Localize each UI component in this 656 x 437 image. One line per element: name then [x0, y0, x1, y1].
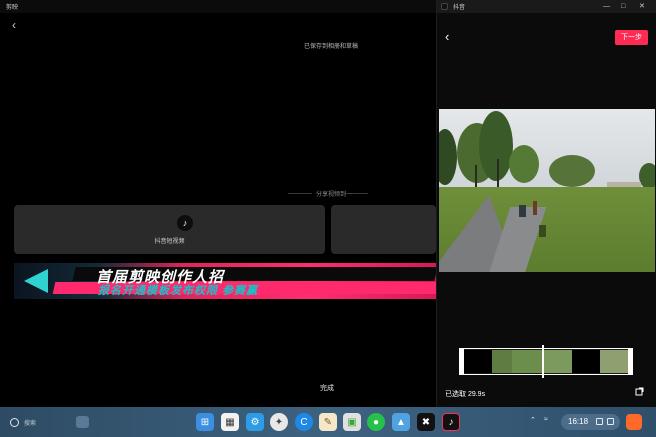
done-button[interactable]: 完成: [320, 383, 334, 393]
trim-handle-right[interactable]: [628, 348, 633, 375]
wifi-icon[interactable]: ≈: [544, 416, 548, 423]
capcut-icon[interactable]: ✖: [417, 413, 435, 431]
minimize-icon[interactable]: —: [603, 2, 610, 11]
task-view-icon[interactable]: [76, 416, 89, 428]
share-heading: 分享视频到: [316, 192, 347, 198]
next-step-button[interactable]: 下一步: [615, 30, 648, 45]
system-tray-clock[interactable]: 16:18: [561, 414, 620, 430]
search-placeholder: 搜索: [24, 421, 37, 427]
share-target-label: 抖音短视频: [154, 239, 185, 245]
chevron-up-icon[interactable]: ⌃: [530, 416, 536, 424]
playhead[interactable]: [542, 345, 544, 378]
trim-handle-left[interactable]: [459, 348, 464, 375]
share-target-douyin[interactable]: ♪ 抖音短视频: [14, 205, 325, 254]
notification-icon: [596, 418, 603, 425]
settings-icon[interactable]: ⚙: [246, 413, 264, 431]
app-icon: [441, 3, 448, 10]
back-arrow-icon[interactable]: ‹: [445, 30, 449, 43]
share-target-other[interactable]: [331, 205, 436, 254]
selected-duration: 已选取 29.9s: [445, 391, 486, 398]
video-preview[interactable]: [439, 109, 655, 272]
share-divider: 分享视频到: [288, 188, 368, 198]
taskbar: 搜索 ⊞ ▦ ⚙ ✦ C ✎ ▣ ● ▲ ✖ ♪ ⌃ ≈ 16:18: [0, 407, 656, 437]
notes-icon[interactable]: ✎: [319, 413, 337, 431]
title-bar: 抖音 — □ ✕: [437, 0, 656, 13]
tiktok-icon: ♪: [177, 215, 193, 231]
title-bar: 剪映: [0, 0, 436, 13]
window-title: 剪映: [6, 5, 19, 11]
rotate-icon[interactable]: [635, 386, 645, 396]
user-avatar-icon[interactable]: [626, 414, 642, 430]
promo-banner[interactable]: 首届剪映创作人招 报名开通模板发布权限 参赛赢: [14, 263, 436, 299]
edge-icon[interactable]: C: [295, 413, 313, 431]
search-icon: [10, 418, 19, 427]
control-center-icon: [607, 418, 614, 425]
douyin-window: 抖音 — □ ✕ ‹ 下一步 已选取 29.9s: [436, 0, 656, 407]
tiktok-icon[interactable]: ♪: [442, 413, 460, 431]
back-arrow-icon[interactable]: ‹: [12, 19, 22, 31]
maximize-icon[interactable]: □: [621, 2, 625, 11]
wechat-icon[interactable]: ●: [367, 413, 385, 431]
taskbar-search[interactable]: 搜索: [8, 416, 68, 429]
launcher-icon[interactable]: ⊞: [196, 413, 214, 431]
banner-arrow-graphic: [24, 269, 48, 293]
trim-timeline[interactable]: [459, 345, 633, 378]
photos-icon[interactable]: ▲: [392, 413, 410, 431]
browser-icon[interactable]: ✦: [270, 413, 288, 431]
window-title: 抖音: [453, 5, 466, 11]
clock-time: 16:18: [568, 417, 589, 426]
close-icon[interactable]: ✕: [639, 2, 645, 11]
saved-status-text: 已保存到相册和草稿: [304, 44, 359, 50]
editor-window: 剪映 ‹ 已保存到相册和草稿 分享视频到 ♪ 抖音短视频 首届剪映创作人招 报名…: [0, 0, 436, 407]
file-manager-icon[interactable]: ▦: [221, 413, 239, 431]
banner-subline: 报名开通模板发布权限 参赛赢: [98, 285, 259, 297]
editor-icon[interactable]: ▣: [343, 413, 361, 431]
